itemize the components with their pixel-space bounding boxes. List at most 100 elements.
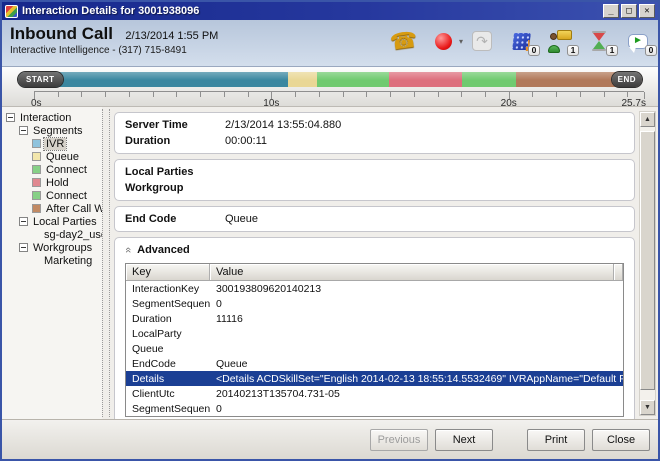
agent-icon[interactable]: 1 bbox=[548, 27, 572, 55]
tree-item-connect[interactable]: Connect bbox=[4, 163, 102, 176]
timeline-segment-queue[interactable] bbox=[288, 72, 317, 87]
playback-glyph: ↷ bbox=[472, 31, 492, 51]
dropdown-arrow-icon[interactable]: ▾ bbox=[459, 37, 463, 46]
person-head-shape bbox=[550, 33, 557, 40]
main-area: InteractionSegmentsIVRQueueConnectHoldCo… bbox=[2, 107, 658, 419]
table-row[interactable]: InteractionKey300193809620140213 bbox=[126, 281, 623, 296]
tree-splitter[interactable] bbox=[102, 109, 110, 417]
column-header-value[interactable]: Value bbox=[210, 264, 614, 280]
cell-value: 0 bbox=[210, 403, 623, 415]
dialpad-icon[interactable]: 0 bbox=[509, 27, 533, 55]
timeline-segments bbox=[18, 72, 642, 87]
record-icon[interactable]: ▾ bbox=[431, 27, 455, 55]
tree-item-label: Hold bbox=[44, 177, 71, 189]
table-row[interactable]: Details<Details ACDSkillSet="English 201… bbox=[126, 371, 623, 386]
cell-key: Details bbox=[126, 373, 210, 385]
ruler-label: 10s bbox=[263, 98, 279, 109]
tree-item-local-parties[interactable]: Local Parties bbox=[4, 215, 102, 228]
info-value: Queue bbox=[225, 213, 258, 225]
info-label: Workgroup bbox=[125, 182, 225, 194]
next-button[interactable]: Next bbox=[435, 429, 493, 451]
ruler-tick bbox=[556, 92, 557, 97]
info-panel-3: End CodeQueue bbox=[114, 206, 635, 232]
tree-item-label: Workgroups bbox=[31, 242, 94, 254]
ruler-tick bbox=[343, 92, 344, 97]
table-row[interactable]: EndCodeQueue bbox=[126, 356, 623, 371]
cell-key: SegmentSequence bbox=[126, 403, 210, 415]
tree-item-segments[interactable]: Segments bbox=[4, 124, 102, 137]
print-button[interactable]: Print bbox=[527, 429, 585, 451]
ruler-tick bbox=[200, 92, 201, 97]
tree-item-marketing[interactable]: Marketing bbox=[4, 254, 102, 267]
timeline-segment-hold[interactable] bbox=[389, 72, 462, 87]
badge: 1 bbox=[606, 45, 618, 56]
wrapup-hourglass-icon[interactable]: 1 bbox=[587, 27, 611, 55]
table-row[interactable]: Duration11116 bbox=[126, 311, 623, 326]
cell-key: EndCode bbox=[126, 358, 210, 370]
scrollbar-thumb[interactable] bbox=[640, 131, 655, 390]
column-header-endcap bbox=[614, 264, 623, 280]
call-datetime: 2/13/2014 1:55 PM bbox=[125, 30, 218, 42]
previous-button[interactable]: Previous bbox=[370, 429, 428, 451]
ruler-tick bbox=[319, 92, 320, 97]
scrollbar-track[interactable] bbox=[640, 127, 655, 400]
column-header-key[interactable]: Key bbox=[126, 264, 210, 280]
record-dot bbox=[435, 33, 452, 50]
tree-expander-icon[interactable] bbox=[19, 243, 28, 252]
tree-item-interaction[interactable]: Interaction bbox=[4, 111, 102, 124]
scroll-up-button[interactable]: ▲ bbox=[640, 112, 655, 127]
timeline-segment-connect[interactable] bbox=[462, 72, 515, 87]
chat-icon[interactable]: ►0 bbox=[626, 27, 650, 55]
close-button[interactable]: Close bbox=[592, 429, 650, 451]
call-icon[interactable]: ☎ bbox=[392, 27, 416, 55]
badge: 1 bbox=[567, 45, 579, 56]
ruler-tick bbox=[461, 92, 462, 97]
chat-tail-shape bbox=[629, 47, 636, 53]
tree-item-label: IVR bbox=[44, 138, 66, 150]
tree-item-after-call-work[interactable]: After Call Work bbox=[4, 202, 102, 215]
info-panel-1: Server Time2/13/2014 13:55:04.880Duratio… bbox=[114, 112, 635, 154]
tree-item-hold[interactable]: Hold bbox=[4, 176, 102, 189]
call-type-title: Inbound Call bbox=[10, 24, 113, 43]
tree-item-label: sg-day2_user bbox=[42, 229, 102, 241]
tree-item-ivr[interactable]: IVR bbox=[4, 137, 102, 150]
tree-item-workgroups[interactable]: Workgroups bbox=[4, 241, 102, 254]
tree-item-sg-day2-user[interactable]: sg-day2_user bbox=[4, 228, 102, 241]
table-row[interactable]: Queue bbox=[126, 341, 623, 356]
timeline-bar: START END bbox=[18, 72, 642, 87]
table-row[interactable]: LocalParty bbox=[126, 326, 623, 341]
tree-item-label: After Call Work bbox=[44, 203, 102, 215]
tree-item-connect[interactable]: Connect bbox=[4, 189, 102, 202]
key-value-table: Key Value InteractionKey3001938096201402… bbox=[125, 263, 624, 417]
details-pane: Server Time2/13/2014 13:55:04.880Duratio… bbox=[110, 107, 639, 419]
info-label: Duration bbox=[125, 135, 225, 147]
table-row[interactable]: ClientUtc20140213T135704.731-05 bbox=[126, 386, 623, 401]
ruler-tick bbox=[295, 92, 296, 97]
timeline-ruler-labels: 0s10s20s25.7s bbox=[34, 98, 644, 110]
cell-key: LocalParty bbox=[126, 328, 210, 340]
tree-item-label: Segments bbox=[31, 125, 85, 137]
ruler-tick bbox=[105, 92, 106, 97]
table-row[interactable]: SegmentSequence0 bbox=[126, 296, 623, 311]
info-value: 2/13/2014 13:55:04.880 bbox=[225, 119, 341, 131]
tree-expander-icon[interactable] bbox=[6, 113, 15, 122]
maximize-button[interactable]: □ bbox=[621, 4, 637, 18]
details-scrollbar[interactable]: ▲ ▼ bbox=[639, 111, 656, 416]
close-window-button[interactable]: ✕ bbox=[639, 4, 655, 18]
tree-expander-icon[interactable] bbox=[19, 217, 28, 226]
timeline-segment-connect[interactable] bbox=[317, 72, 390, 87]
minimize-button[interactable]: _ bbox=[603, 4, 619, 18]
tree-expander-icon[interactable] bbox=[19, 126, 28, 135]
segment-color-swatch bbox=[32, 152, 41, 161]
advanced-title: Advanced bbox=[137, 244, 190, 256]
table-row[interactable]: SegmentSequence0 bbox=[126, 401, 623, 416]
timeline-ruler bbox=[34, 91, 644, 98]
ruler-tick bbox=[604, 92, 605, 97]
tree-item-queue[interactable]: Queue bbox=[4, 150, 102, 163]
ruler-label: 25.7s bbox=[621, 98, 645, 109]
info-panel-2: Local PartiesWorkgroup bbox=[114, 159, 635, 201]
scroll-down-button[interactable]: ▼ bbox=[640, 400, 655, 415]
collapse-chevron-icon[interactable]: « bbox=[122, 247, 134, 253]
cell-key: SegmentSequence bbox=[126, 298, 210, 310]
badge: 0 bbox=[528, 45, 540, 56]
